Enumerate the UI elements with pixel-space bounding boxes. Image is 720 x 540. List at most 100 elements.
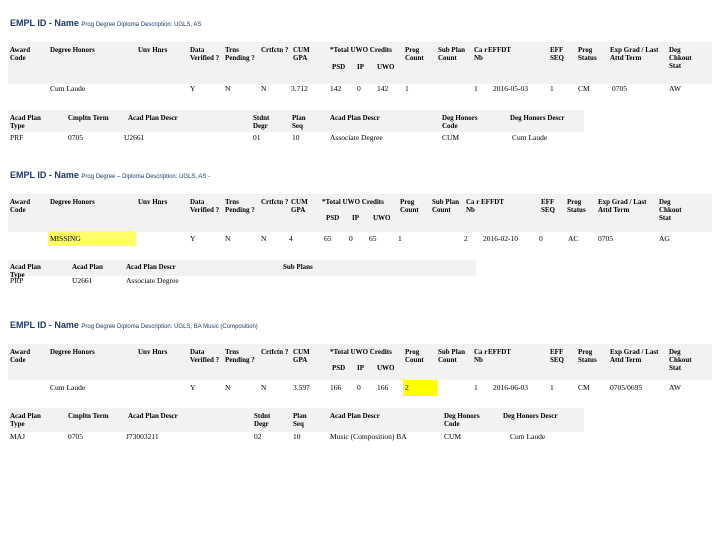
hdr-deg-honors-descr: Deg Honors Descr: [510, 114, 565, 122]
hdr-degree-honors: Degree Honors: [50, 198, 95, 206]
hdr-uwo: UWO: [377, 364, 395, 372]
hdr-cmpltn-term: Cmpltn Term: [68, 114, 109, 122]
hdr-trns-pending: Trns Pending ?: [225, 198, 255, 214]
prog-degree-description: Prog Degree Diploma Description: UGLS, A…: [81, 22, 202, 28]
val-car-nbr: 2: [464, 234, 468, 243]
val-uwo: 65: [369, 234, 377, 243]
val-ip: 0: [357, 383, 361, 392]
hdr-award-code: Award Code: [10, 348, 31, 364]
val-uwo: 142: [377, 84, 389, 93]
val-deg-chkout: AW: [669, 84, 681, 93]
val-cum-gpa: 3.712: [291, 84, 308, 93]
val-crtfctn: N: [261, 84, 267, 93]
section-1-title: EMPL ID - Name Prog Degree Diploma Descr…: [10, 18, 201, 28]
hdr-total-uwo: *Total UWO Credits: [330, 46, 392, 54]
val-ip: 0: [349, 234, 353, 243]
prog-degree-description: Prog Degree Diploma Description: UGLS, B…: [81, 324, 258, 330]
hdr-uwo: UWO: [377, 63, 395, 71]
val-prog-status: CM: [578, 383, 590, 392]
val-eff-seq: 1: [550, 383, 554, 392]
hdr-sub-plan-count: Sub Plan Count: [438, 46, 466, 62]
hdr-total-uwo: *Total UWO Credits: [330, 348, 392, 356]
hdr-deg-chkout: Deg Chkout Stat: [669, 348, 692, 372]
val-acad-plan-descr: Associate Degree: [330, 133, 383, 142]
hdr-cum-gpa: CUM GPA: [293, 348, 310, 364]
val-stdnt-degr: 01: [253, 133, 261, 142]
hdr-trns-pending: Trns Pending ?: [225, 348, 255, 364]
val-acad-plan-type: MAJ: [10, 432, 26, 441]
val-effdt: 2016-02-10: [483, 234, 518, 243]
val-acad-plan: J73003211: [126, 432, 159, 441]
hdr-psd: PSD: [332, 63, 346, 71]
hdr-stdnt-degr: Stdnt Degr: [253, 114, 270, 130]
hdr-psd: PSD: [326, 214, 340, 222]
val-acad-plan-descr: Associate Degree: [126, 276, 179, 285]
val-effdt: 2016-05-03: [493, 84, 528, 93]
val-cmpltn-term: 0705: [68, 432, 83, 441]
hdr-plan-seq: Plan Seq: [293, 412, 307, 428]
val-crtfctn: N: [261, 383, 267, 392]
val-eff-seq: 0: [539, 234, 543, 243]
hdr-total-uwo: *Total UWO Credits: [322, 198, 384, 206]
hdr-deg-honors-code: Deg Honors Code: [444, 412, 480, 428]
hdr-degree-honors: Degree Honors: [50, 348, 95, 356]
hdr-crtfctn: Crtfctn ?: [261, 198, 289, 206]
val-deg-chkout: AW: [669, 383, 681, 392]
hdr-ip: IP: [357, 364, 364, 372]
val-acad-plan: U2661: [124, 133, 145, 142]
val-exp-grad: 0705: [598, 234, 613, 243]
val-prog-status: AC: [568, 234, 579, 243]
hdr-acad-plan-descr: Acad Plan Descr: [128, 114, 178, 122]
hdr-cum-gpa: CUM GPA: [293, 46, 310, 62]
val-data-verified: Y: [190, 383, 196, 392]
hdr-ip: IP: [357, 63, 364, 71]
hdr-prog-count: Prog Count: [405, 348, 424, 364]
hdr-crtfctn: Crtfctn ?: [261, 348, 289, 356]
hdr-effdt: EFFDT: [488, 46, 511, 54]
val-psd: 142: [330, 84, 342, 93]
val-crtfctn: N: [261, 234, 267, 243]
val-trns-pending: N: [225, 383, 231, 392]
section-2-title: EMPL ID - Name Prog Degree – Diploma Des…: [10, 170, 210, 180]
val-prog-count-highlighted: 2: [405, 383, 409, 392]
hdr-unv-hnrs: Unv Hnrs: [138, 198, 168, 206]
hdr-eff-seq: EFF SEQ: [550, 348, 565, 364]
val-exp-grad: 0705/0695: [610, 383, 643, 392]
hdr-acad-plan-descr: Acad Plan Descr: [128, 412, 178, 420]
val-data-verified: Y: [190, 84, 196, 93]
val-deg-honors-code: CUM: [444, 432, 462, 441]
val-cmpltn-term: 0705: [68, 133, 83, 142]
hdr-unv-hnrs: Unv Hnrs: [138, 46, 168, 54]
val-prog-status: CM: [578, 84, 590, 93]
val-psd: 166: [330, 383, 342, 392]
hdr-acad-plan-type: Acad Plan Type: [10, 412, 41, 428]
val-deg-honors-code: CUM: [442, 133, 460, 142]
val-trns-pending: N: [225, 234, 231, 243]
val-cum-gpa: 3.597: [293, 383, 310, 392]
hdr-stdnt-degr: Stdnt Degr: [254, 412, 271, 428]
hdr-cum-gpa: CUM GPA: [291, 198, 308, 214]
val-acad-plan-type: PRF: [10, 133, 24, 142]
hdr-award-code: Award Code: [10, 46, 31, 62]
val-plan-seq: 10: [293, 432, 301, 441]
hdr-sub-plan-count: Sub Plan Count: [438, 348, 466, 364]
hdr-car-nbr: Ca r Nb: [466, 198, 480, 214]
val-degree-honors: Cum Laude: [50, 84, 86, 93]
val-psd: 65: [324, 234, 332, 243]
hdr-data-verified: Data Verified ?: [190, 348, 220, 364]
hdr-cmpltn-term: Cmpltn Term: [68, 412, 109, 420]
val-prog-count: 1: [398, 234, 402, 243]
empl-id-name: EMPL ID - Name: [10, 170, 79, 180]
val-degree-honors-missing: MISSING: [50, 234, 81, 243]
val-trns-pending: N: [225, 84, 231, 93]
hdr-eff-seq: EFF SEQ: [550, 46, 565, 62]
val-data-verified: Y: [190, 234, 196, 243]
section-3-title: EMPL ID - Name Prog Degree Diploma Descr…: [10, 320, 258, 330]
hdr-effdt: EFFDT: [488, 348, 511, 356]
hdr-prog-status: Prog Status: [578, 46, 597, 62]
empl-id-name: EMPL ID - Name: [10, 18, 79, 28]
val-eff-seq: 1: [550, 84, 554, 93]
empl-id-name: EMPL ID - Name: [10, 320, 79, 330]
hdr-exp-grad: Exp Grad / Last Attd Term: [610, 348, 659, 364]
hdr-award-code: Award Code: [10, 198, 31, 214]
